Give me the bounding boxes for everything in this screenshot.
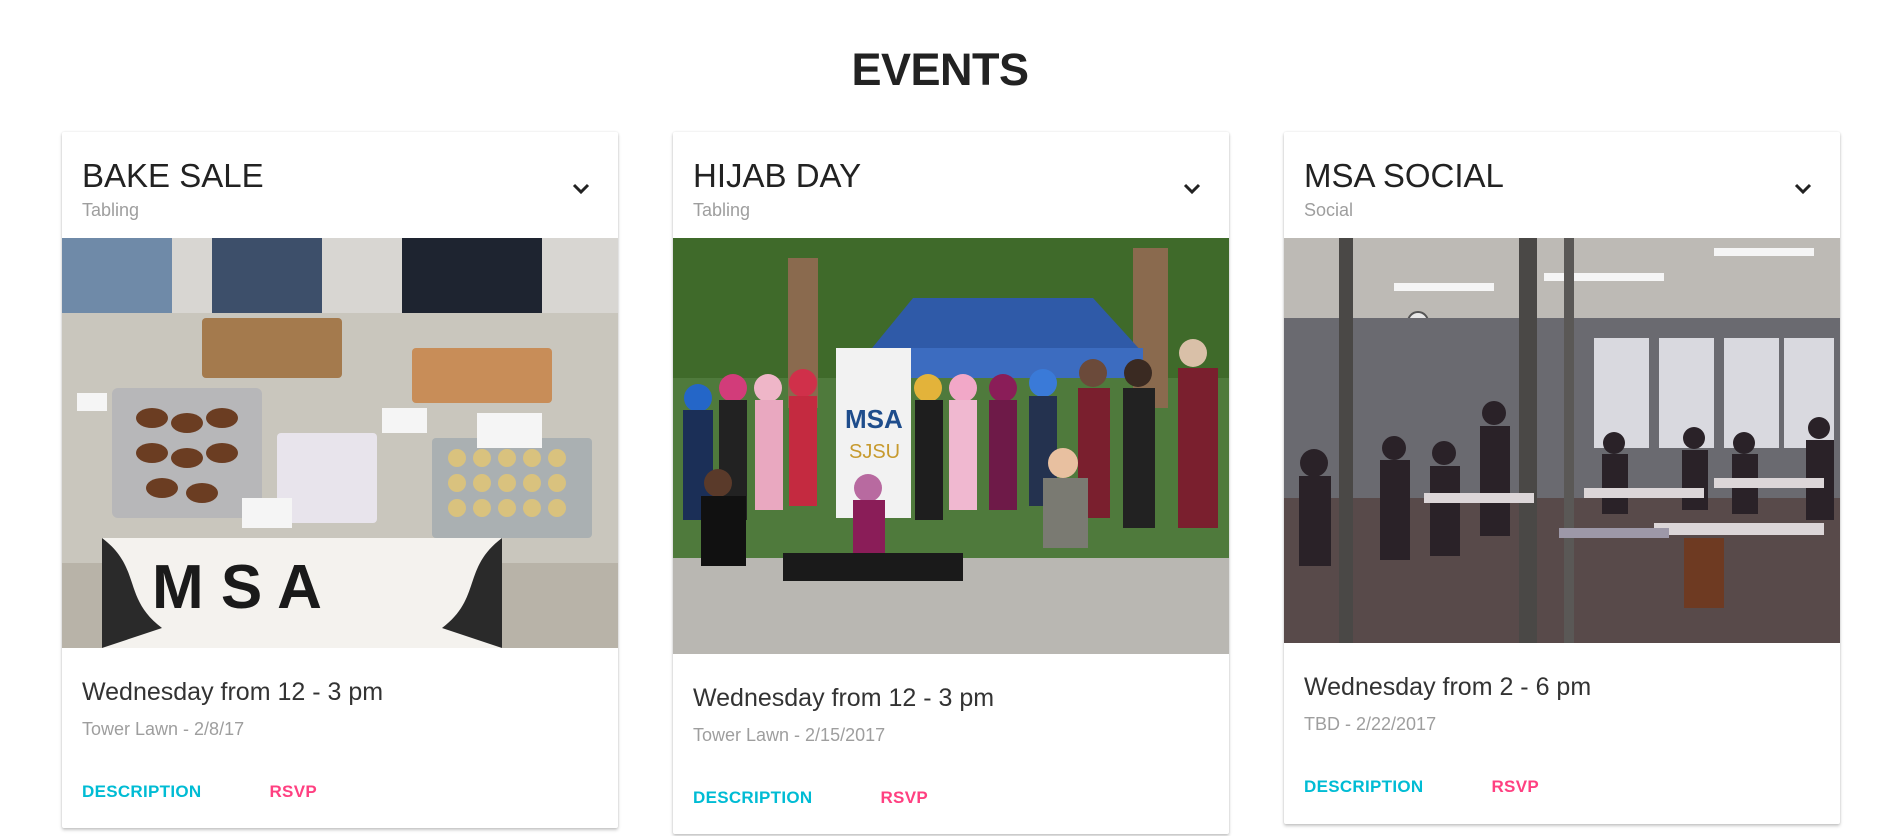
card-actions: DESCRIPTION RSVP <box>1284 735 1840 827</box>
event-location: TBD - 2/22/2017 <box>1304 714 1437 734</box>
card-body: Wednesday from 12 - 3 pm Tower Lawn - 2/… <box>673 654 1229 746</box>
chevron-down-icon[interactable] <box>1181 178 1203 200</box>
card-subtitle: Tabling <box>82 200 140 221</box>
card-body: Wednesday from 2 - 6 pm TBD - 2/22/2017 <box>1284 643 1840 735</box>
card-header: MSA SOCIAL Social <box>1284 132 1840 238</box>
card-header: BAKE SALE Tabling <box>62 132 618 238</box>
card-body: Wednesday from 12 - 3 pm Tower Lawn - 2/… <box>62 648 618 740</box>
svg-text:MSA: MSA <box>845 404 903 434</box>
card-title: BAKE SALE <box>82 157 264 194</box>
card-subtitle: Tabling <box>693 200 751 221</box>
event-photo-hijab-day: MSA SJSU <box>673 238 1229 654</box>
card-header: HIJAB DAY Tabling <box>673 132 1229 238</box>
rsvp-button[interactable]: RSVP <box>1481 769 1549 805</box>
event-time: Wednesday from 12 - 3 pm <box>82 678 384 706</box>
event-card-hijab-day: HIJAB DAY Tabling MSA SJSU Wednesday fro… <box>673 132 1229 834</box>
rsvp-button[interactable]: RSVP <box>870 780 938 816</box>
rsvp-button[interactable]: RSVP <box>259 774 327 810</box>
page-title: EVENTS <box>851 44 1029 95</box>
card-title: HIJAB DAY <box>693 157 862 194</box>
event-location: Tower Lawn - 2/15/2017 <box>693 725 886 745</box>
svg-text:M S A: M S A <box>152 553 322 622</box>
description-button[interactable]: DESCRIPTION <box>1294 769 1433 805</box>
event-card-msa-social: MSA SOCIAL Social Wednesday from 2 - 6 p… <box>1284 132 1840 824</box>
description-button[interactable]: DESCRIPTION <box>72 774 211 810</box>
svg-text:SJSU: SJSU <box>849 441 900 463</box>
event-location: Tower Lawn - 2/8/17 <box>82 719 245 739</box>
event-time: Wednesday from 2 - 6 pm <box>1304 673 1592 701</box>
event-photo-bake-sale: M S A <box>62 238 618 648</box>
card-actions: DESCRIPTION RSVP <box>673 746 1229 836</box>
card-actions: DESCRIPTION RSVP <box>62 740 618 832</box>
event-card-bake-sale: BAKE SALE Tabling M S A Wednesday from 1… <box>62 132 618 828</box>
event-photo-msa-social <box>1284 238 1840 643</box>
description-button[interactable]: DESCRIPTION <box>683 780 822 816</box>
card-subtitle: Social <box>1304 200 1354 221</box>
event-time: Wednesday from 12 - 3 pm <box>693 684 995 712</box>
chevron-down-icon[interactable] <box>1792 178 1814 200</box>
card-title: MSA SOCIAL <box>1304 157 1504 194</box>
chevron-down-icon[interactable] <box>570 178 592 200</box>
